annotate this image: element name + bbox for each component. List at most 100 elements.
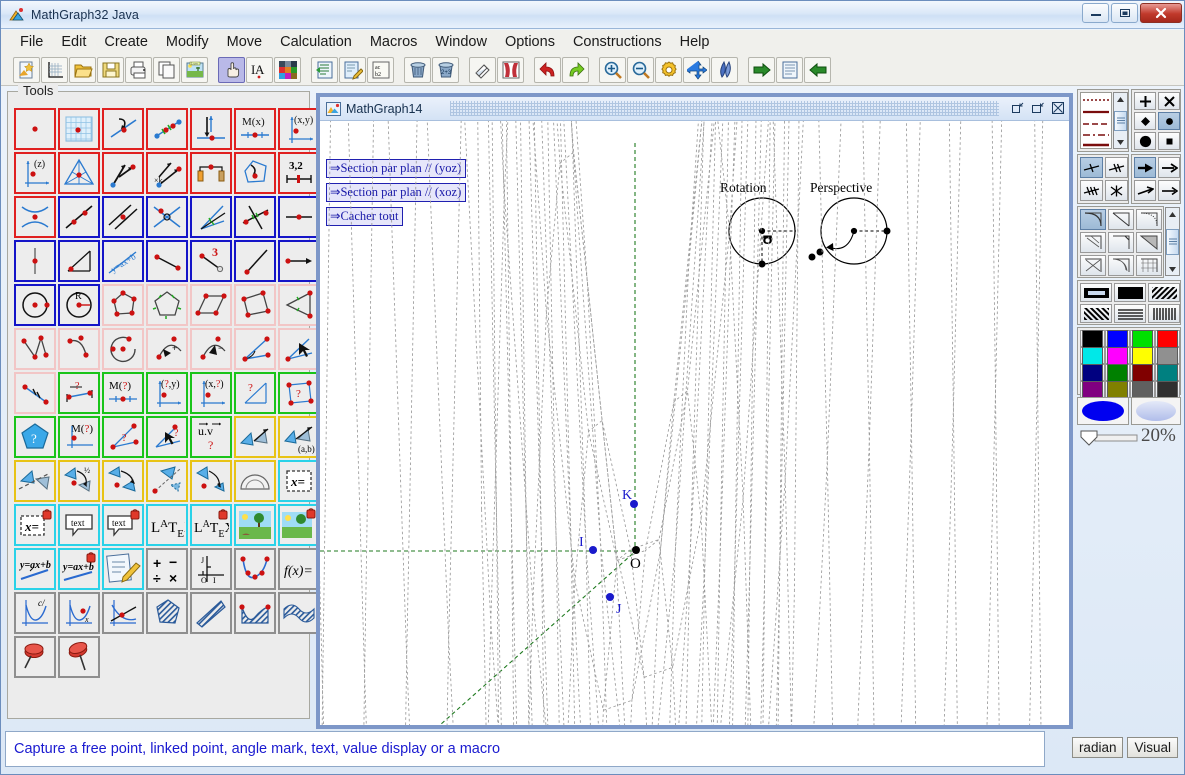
print-icon[interactable] <box>125 56 152 83</box>
trash-icon[interactable] <box>404 56 431 83</box>
angle-style-arc-fill[interactable] <box>1136 232 1162 253</box>
isoceles-triangle-tool[interactable] <box>278 284 320 326</box>
hand-capture-icon[interactable] <box>218 56 245 83</box>
color-swatch-1-0[interactable] <box>1080 346 1105 365</box>
angle-mark-select-tool[interactable] <box>278 328 320 370</box>
menu-item-edit[interactable]: Edit <box>52 32 95 52</box>
gear-settings-icon[interactable] <box>655 56 682 83</box>
angle-style-arc-tick[interactable] <box>1108 232 1134 253</box>
scale-image-icon[interactable]: 1 cm <box>181 56 208 83</box>
point-ratio-tool[interactable]: 3,2 <box>278 152 320 194</box>
free-point-tool[interactable] <box>14 108 56 150</box>
menu-item-file[interactable]: File <box>11 32 52 52</box>
scroll-up-icon[interactable] <box>1166 208 1179 220</box>
menu-item-calculation[interactable]: Calculation <box>271 32 361 52</box>
angle-style-arc-dotted[interactable] <box>1136 209 1162 230</box>
arrow-style-line[interactable] <box>1158 180 1180 201</box>
fill-style-hatch-vert[interactable] <box>1148 304 1180 323</box>
minimize-button[interactable] <box>1082 3 1109 23</box>
color-swatch-2-2[interactable] <box>1130 363 1155 382</box>
fill-style-solid[interactable] <box>1114 283 1146 302</box>
save-floppy-icon[interactable] <box>97 56 124 83</box>
line-point-tool[interactable] <box>278 196 320 238</box>
tangent-point-tool[interactable]: x <box>58 592 100 634</box>
parallel-line-tool[interactable] <box>102 196 144 238</box>
zoom-out-icon[interactable] <box>627 56 654 83</box>
green-arrow-left-icon[interactable] <box>804 56 831 83</box>
broken-line-tool[interactable] <box>14 328 56 370</box>
polygon-area-tool[interactable]: ? <box>14 416 56 458</box>
line-style-list[interactable] <box>1080 92 1112 149</box>
new-graph-icon[interactable] <box>41 56 68 83</box>
point-vector-k-tool[interactable]: ×k <box>146 152 188 194</box>
rotation-tool[interactable]: ½ <box>58 460 100 502</box>
linear-function-locked-tool[interactable]: y=ax+b <box>58 548 100 590</box>
image-locked-tool[interactable] <box>278 504 320 546</box>
perp-bisector-tool[interactable] <box>234 196 276 238</box>
regular-polygon-tool[interactable] <box>146 284 188 326</box>
point-between-tool[interactable] <box>190 152 232 194</box>
segment-length-tool[interactable]: 3 <box>190 240 232 282</box>
latex-locked-tool[interactable]: LATEX <box>190 504 232 546</box>
calculation-tool[interactable]: + − ÷ × <box>146 548 188 590</box>
barycenter-tool[interactable] <box>58 152 100 194</box>
angle-unit-button[interactable]: radian <box>1071 737 1124 758</box>
opacity-preview-box[interactable] <box>1131 397 1181 425</box>
vector-tool[interactable] <box>278 240 320 282</box>
ordinate-value-tool[interactable]: (?,y) <box>146 372 188 414</box>
point-abscissa-tool[interactable]: M(x) <box>234 108 276 150</box>
mark-style-star[interactable] <box>1105 180 1128 201</box>
line-two-points-tool[interactable] <box>58 196 100 238</box>
scroll-thumb[interactable] <box>1166 228 1179 255</box>
menu-item-create[interactable]: Create <box>95 32 157 52</box>
color-palette-icon[interactable] <box>274 56 301 83</box>
arc-tool[interactable] <box>58 328 100 370</box>
homothety-tool[interactable] <box>146 460 188 502</box>
translation-tool[interactable] <box>234 416 276 458</box>
curtain-icon[interactable] <box>497 56 524 83</box>
frame-tool[interactable]: J OI <box>190 548 232 590</box>
color-swatch-3-3[interactable] <box>1155 380 1180 399</box>
line-slope-tool[interactable] <box>58 240 100 282</box>
pin-tool[interactable] <box>14 636 56 678</box>
parallelogram-tool[interactable] <box>190 284 232 326</box>
arc-indirect-tool[interactable]: − <box>190 328 232 370</box>
point-style-dot[interactable] <box>1158 112 1180 130</box>
fill-region-tool[interactable] <box>190 592 232 634</box>
zoom-in-icon[interactable] <box>599 56 626 83</box>
redo-arrow-icon[interactable] <box>562 56 589 83</box>
scroll-down-icon[interactable] <box>1114 136 1127 148</box>
angle-style-scrollbar[interactable] <box>1165 207 1180 276</box>
close-button[interactable] <box>1140 3 1182 23</box>
fill-style-hatch-horiz[interactable] <box>1114 304 1146 323</box>
slope-value-tool[interactable]: ? <box>234 372 276 414</box>
translation-ab-tool[interactable]: (a,b) <box>278 416 320 458</box>
point-coords-tool[interactable]: (x,y) <box>278 108 320 150</box>
menu-item-macros[interactable]: Macros <box>361 32 427 52</box>
opacity-slider[interactable] <box>1079 427 1139 449</box>
fill-style-hatch-diag[interactable] <box>1148 283 1180 302</box>
angle-mark-tool[interactable] <box>234 328 276 370</box>
angle-measure-tool[interactable]: ? <box>146 416 188 458</box>
line-style-scrollbar[interactable] <box>1113 92 1128 149</box>
point-complex-tool[interactable]: (z) <box>14 152 56 194</box>
vertical-line-tool[interactable] <box>14 240 56 282</box>
tangent-line-tool[interactable] <box>102 592 144 634</box>
angle-style-arc[interactable] <box>1080 209 1106 230</box>
color-swatch-3-2[interactable] <box>1130 380 1155 399</box>
color-swatch-0-2[interactable] <box>1130 329 1155 348</box>
color-swatch-0-0[interactable] <box>1080 329 1105 348</box>
linear-function-tool[interactable]: y=ax+b <box>14 548 56 590</box>
point-style-diamond[interactable] <box>1134 112 1156 130</box>
fill-between-tool[interactable] <box>278 592 320 634</box>
text-locked-tool[interactable]: text <box>102 504 144 546</box>
point-on-grid-tool[interactable] <box>58 108 100 150</box>
text-tool[interactable]: text <box>58 504 100 546</box>
point-style-square[interactable] <box>1158 132 1180 150</box>
color-swatch-2-3[interactable] <box>1155 363 1180 382</box>
similarity-tool[interactable] <box>190 460 232 502</box>
menu-item-options[interactable]: Options <box>496 32 564 52</box>
point-on-segment-tool[interactable] <box>146 108 188 150</box>
segment-mark-tool[interactable] <box>14 372 56 414</box>
projected-point-tool[interactable] <box>190 108 232 150</box>
